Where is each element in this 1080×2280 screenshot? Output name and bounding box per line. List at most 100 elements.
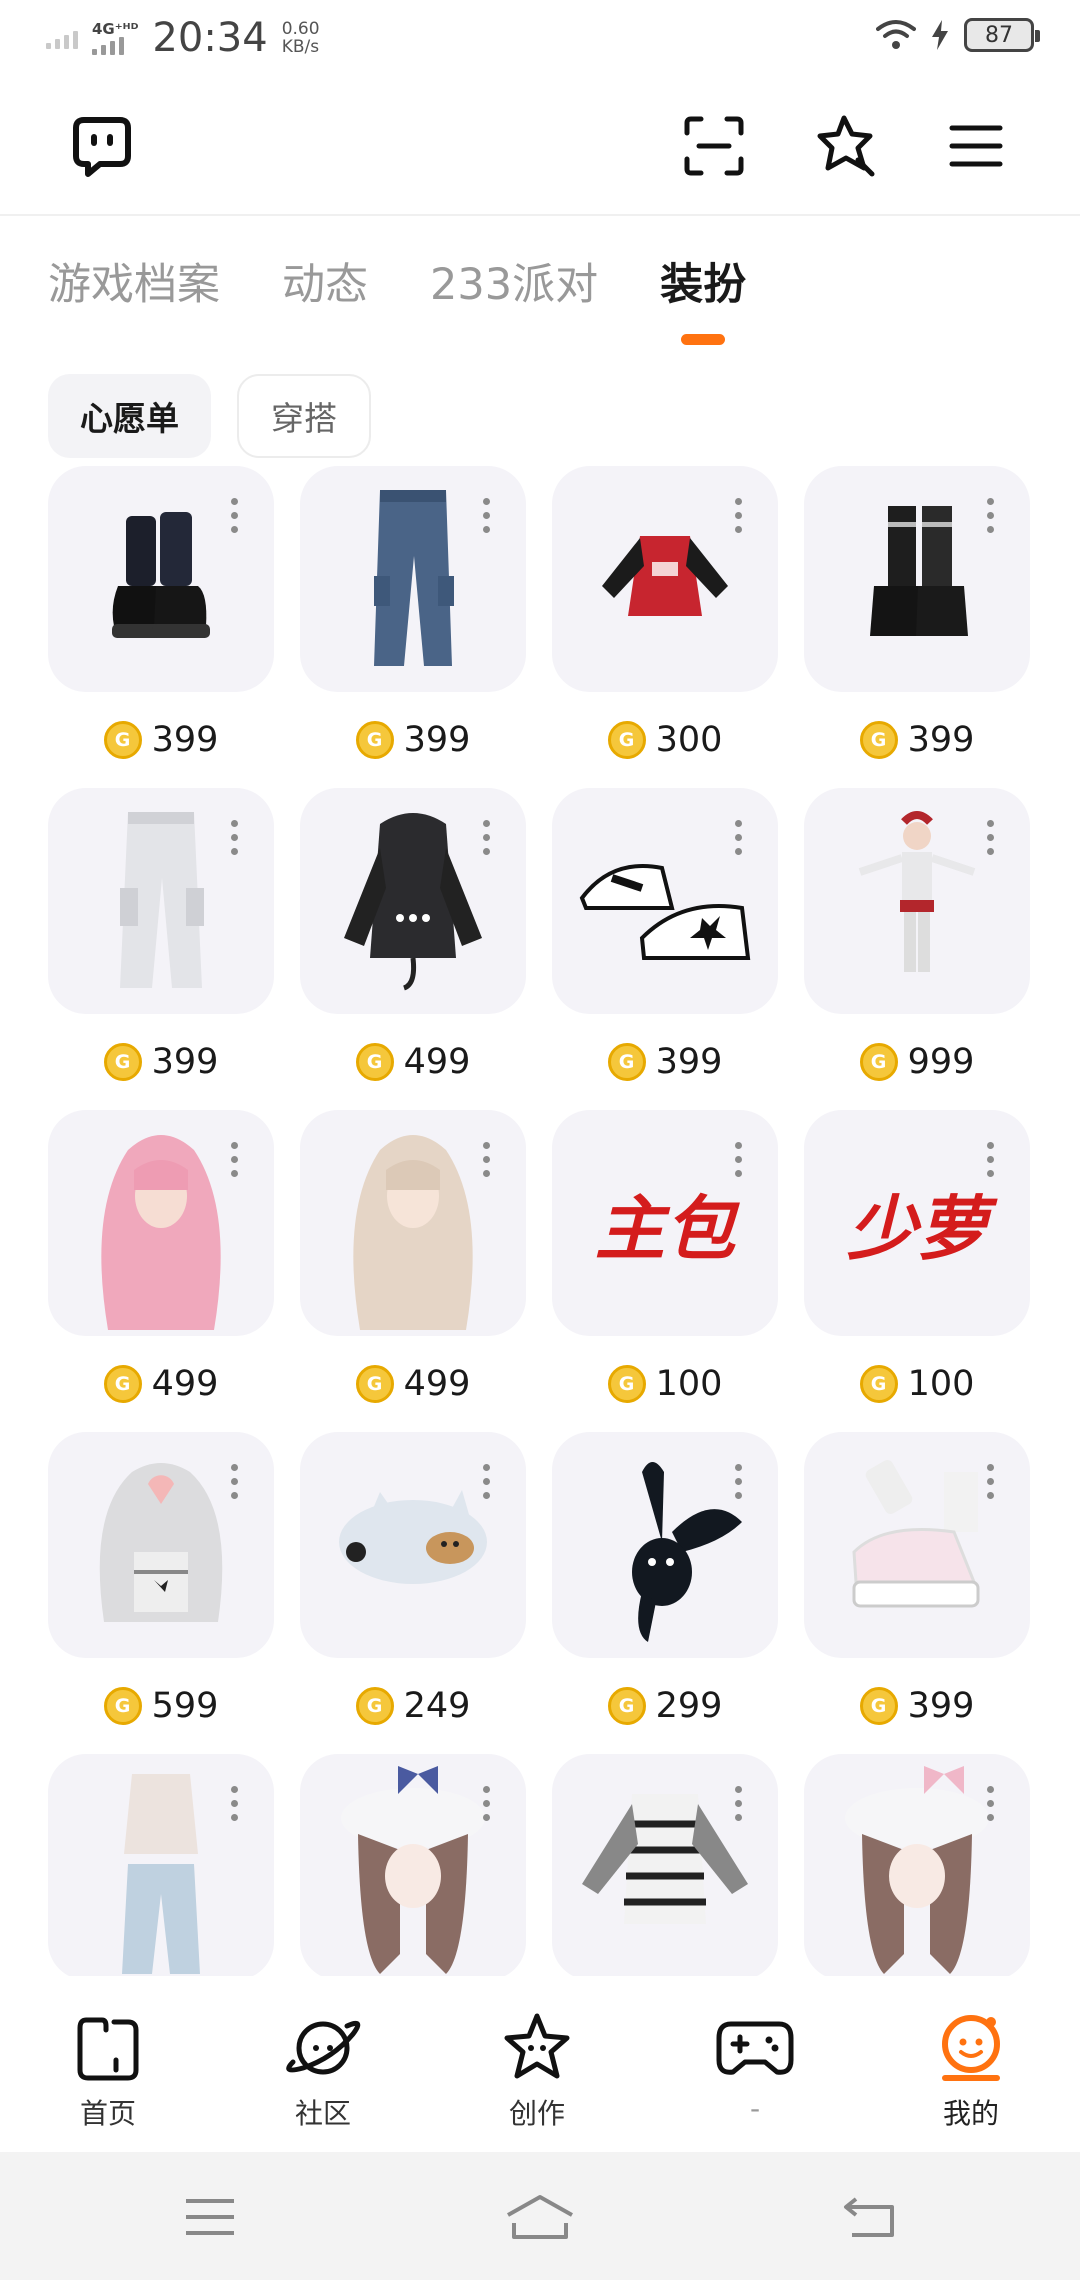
tab-moments[interactable]: 动态	[282, 250, 368, 340]
item-price: 399	[151, 720, 219, 760]
wishlist-item[interactable]: G 499	[300, 1110, 526, 1404]
more-options-icon[interactable]	[987, 820, 994, 855]
wishlist-item[interactable]: G 399	[804, 1432, 1030, 1726]
item-thumbnail[interactable]: 主包	[552, 1110, 778, 1336]
nav-games[interactable]: -	[680, 2008, 830, 2125]
profile-avatar-icon	[942, 2015, 1000, 2081]
chip-wishlist[interactable]: 心愿单	[48, 374, 211, 458]
wishlist-item[interactable]: 少萝 G 100	[804, 1110, 1030, 1404]
more-options-icon[interactable]	[987, 1142, 994, 1177]
more-options-icon[interactable]	[735, 820, 742, 855]
more-options-icon[interactable]	[735, 498, 742, 533]
item-thumbnail[interactable]	[552, 1754, 778, 1976]
tab-233-party[interactable]: 233派对	[430, 250, 598, 340]
wishlist-item[interactable]: G 499	[48, 1110, 274, 1404]
wishlist-item[interactable]	[300, 1754, 526, 1976]
item-thumbnail[interactable]	[48, 788, 274, 1014]
app-screen: 4G⁺ᴴᴰ 20:34 0.60 KB/s 87 游戏档案 动态 233派对 装…	[0, 0, 1080, 2280]
coin-icon: G	[607, 1687, 646, 1725]
item-price: 100	[655, 1364, 723, 1404]
item-thumbnail[interactable]: 少萝	[804, 1110, 1030, 1336]
scan-button[interactable]	[678, 110, 750, 182]
item-thumbnail[interactable]	[300, 466, 526, 692]
item-price: 100	[907, 1364, 975, 1404]
more-options-icon[interactable]	[987, 1464, 994, 1499]
price-row: G 100	[804, 1364, 1030, 1404]
menu-button[interactable]	[940, 110, 1012, 182]
more-options-icon[interactable]	[483, 820, 490, 855]
item-thumbnail[interactable]	[804, 788, 1030, 1014]
top-bar	[0, 76, 1080, 216]
item-thumbnail[interactable]	[804, 1432, 1030, 1658]
wishlist-item[interactable]	[804, 1754, 1030, 1976]
item-thumbnail[interactable]	[300, 1432, 526, 1658]
chip-outfits[interactable]: 穿搭	[237, 374, 371, 458]
wishlist-item[interactable]: G 399	[300, 466, 526, 760]
item-thumbnail[interactable]	[300, 788, 526, 1014]
item-thumbnail[interactable]	[804, 1754, 1030, 1976]
more-options-icon[interactable]	[483, 1464, 490, 1499]
price-row: G 499	[300, 1364, 526, 1404]
more-options-icon[interactable]	[231, 1464, 238, 1499]
item-thumbnail[interactable]	[552, 1432, 778, 1658]
item-thumbnail[interactable]	[300, 1754, 526, 1976]
coin-icon: G	[355, 721, 394, 759]
wishlist-item[interactable]: G 249	[300, 1432, 526, 1726]
item-thumbnail[interactable]	[804, 466, 1030, 692]
item-price: 249	[403, 1686, 471, 1726]
scan-icon	[684, 116, 744, 176]
dress-filter-chips: 心愿单 穿搭	[48, 374, 371, 458]
item-thumbnail[interactable]	[48, 1754, 274, 1976]
nav-home[interactable]: 首页	[33, 2008, 183, 2132]
back-button[interactable]	[830, 2182, 910, 2252]
nav-home-label: 首页	[79, 2097, 136, 2130]
item-price: 399	[907, 1686, 975, 1726]
coin-icon: G	[859, 1043, 898, 1081]
wishlist-item[interactable]: G 300	[552, 466, 778, 760]
more-options-icon[interactable]	[987, 1786, 994, 1821]
more-options-icon[interactable]	[735, 1464, 742, 1499]
wishlist-item[interactable]: G 999	[804, 788, 1030, 1082]
price-row: G 399	[804, 1686, 1030, 1726]
more-options-icon[interactable]	[987, 498, 994, 533]
more-options-icon[interactable]	[483, 498, 490, 533]
favorite-button[interactable]	[810, 110, 882, 182]
wishlist-item[interactable]: G 499	[300, 788, 526, 1082]
item-thumbnail[interactable]	[48, 466, 274, 692]
system-home-icon	[507, 2195, 573, 2239]
wishlist-item[interactable]: 主包 G 100	[552, 1110, 778, 1404]
wishlist-item[interactable]: G 399	[804, 466, 1030, 760]
home-system-button[interactable]	[500, 2182, 580, 2252]
item-thumbnail[interactable]	[552, 466, 778, 692]
wishlist-item[interactable]: G 399	[48, 466, 274, 760]
nav-me[interactable]: 我的	[896, 2008, 1046, 2132]
more-options-icon[interactable]	[231, 820, 238, 855]
tab-game-archive[interactable]: 游戏档案	[48, 250, 220, 340]
more-options-icon[interactable]	[231, 1786, 238, 1821]
chat-button[interactable]	[66, 110, 138, 182]
bottom-navigation: 首页 社区 创作 - 我的	[0, 1976, 1080, 2152]
recent-apps-button[interactable]	[170, 2182, 250, 2252]
item-thumbnail[interactable]	[48, 1432, 274, 1658]
more-options-icon[interactable]	[483, 1142, 490, 1177]
nav-community[interactable]: 社区	[248, 2008, 398, 2132]
wishlist-item[interactable]	[552, 1754, 778, 1976]
price-row: G 399	[552, 1042, 778, 1082]
wishlist-item[interactable]: G 299	[552, 1432, 778, 1726]
item-thumbnail[interactable]	[48, 1110, 274, 1336]
more-options-icon[interactable]	[483, 1786, 490, 1821]
wishlist-item[interactable]	[48, 1754, 274, 1976]
nav-create[interactable]: 创作	[462, 2008, 612, 2132]
wishlist-item[interactable]: G 399	[552, 788, 778, 1082]
more-options-icon[interactable]	[735, 1786, 742, 1821]
more-options-icon[interactable]	[735, 1142, 742, 1177]
item-thumbnail[interactable]	[552, 788, 778, 1014]
wishlist-item[interactable]: G 599	[48, 1432, 274, 1726]
nav-games-label: -	[749, 2092, 761, 2125]
item-thumbnail[interactable]	[300, 1110, 526, 1336]
battery-level: 87	[985, 22, 1013, 48]
more-options-icon[interactable]	[231, 498, 238, 533]
tab-dress-up[interactable]: 装扮	[660, 250, 746, 345]
more-options-icon[interactable]	[231, 1142, 238, 1177]
wishlist-item[interactable]: G 399	[48, 788, 274, 1082]
